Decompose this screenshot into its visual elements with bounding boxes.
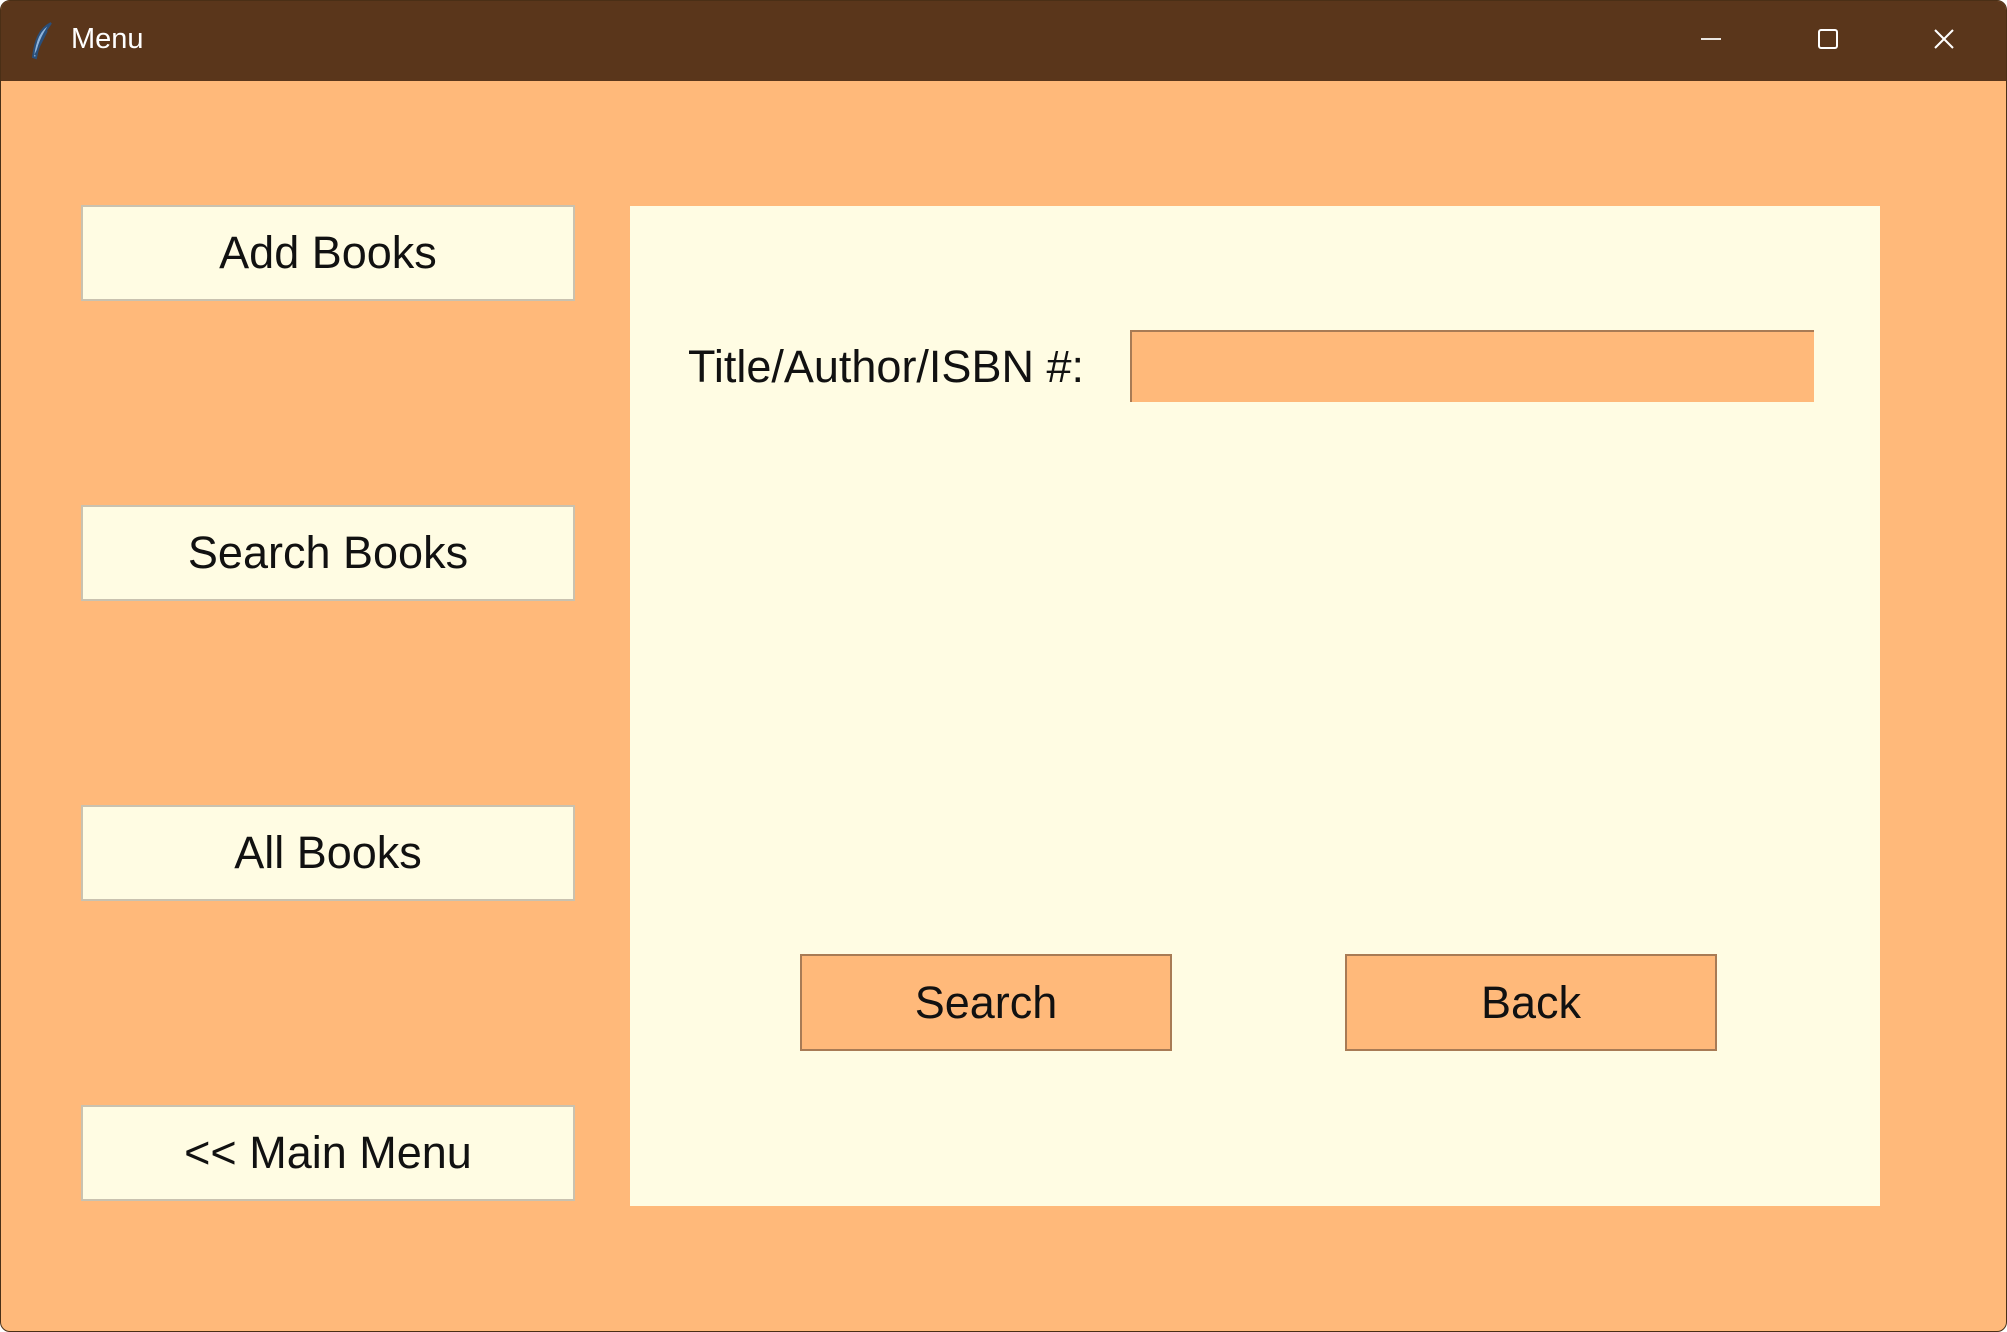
search-panel: Title/Author/ISBN #: Search Back <box>630 206 1880 1206</box>
search-books-button[interactable]: Search Books <box>81 505 575 601</box>
maximize-button[interactable] <box>1773 1 1883 81</box>
feather-icon <box>29 21 57 61</box>
window-content: Add Books Search Books All Books << Main… <box>7 85 1999 1325</box>
search-field-label: Title/Author/ISBN #: <box>688 341 1084 392</box>
search-input[interactable] <box>1130 330 1814 402</box>
app-window: Menu Add Books Search Books All Books <<… <box>0 0 2007 1332</box>
close-button[interactable] <box>1889 1 1999 81</box>
close-icon <box>1933 28 1955 55</box>
search-button[interactable]: Search <box>800 954 1172 1051</box>
minimize-icon <box>1700 28 1722 55</box>
title-bar[interactable]: Menu <box>1 1 2006 81</box>
main-menu-button[interactable]: << Main Menu <box>81 1105 575 1201</box>
add-books-button[interactable]: Add Books <box>81 205 575 301</box>
maximize-icon <box>1817 28 1839 55</box>
all-books-button[interactable]: All Books <box>81 805 575 901</box>
back-button[interactable]: Back <box>1345 954 1717 1051</box>
minimize-button[interactable] <box>1656 1 1766 81</box>
window-title: Menu <box>71 23 144 55</box>
